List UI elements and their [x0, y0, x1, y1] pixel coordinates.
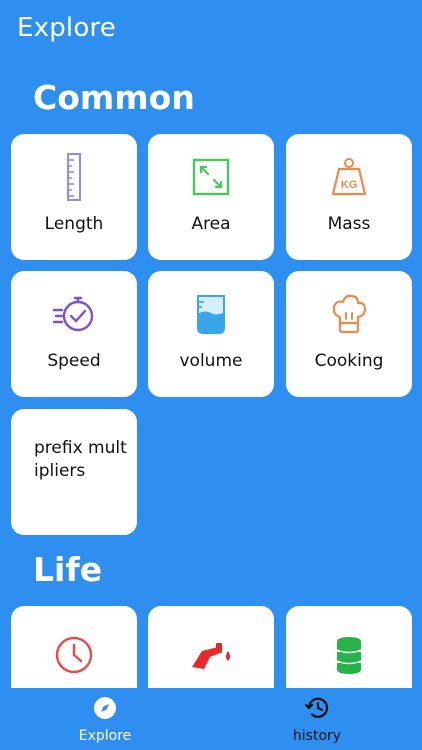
- app-title: Explore: [17, 13, 116, 43]
- svg-text:KG: KG: [341, 179, 358, 191]
- card-label: Cooking: [314, 351, 384, 371]
- history-icon: [304, 697, 329, 718]
- card-cooking[interactable]: Cooking: [286, 271, 412, 397]
- section-title-common: Common: [33, 78, 195, 117]
- weight-icon: KG: [286, 156, 412, 198]
- card-length[interactable]: Length: [11, 134, 137, 260]
- section-title-life: Life: [33, 550, 103, 589]
- chef-hat-icon: [286, 293, 412, 335]
- fuel-nozzle-icon: [148, 634, 274, 676]
- area-icon: [148, 156, 274, 198]
- card-area[interactable]: Area: [148, 134, 274, 260]
- card-speed[interactable]: Speed: [11, 271, 137, 397]
- card-label: Mass: [327, 214, 371, 234]
- stopwatch-icon: [11, 293, 137, 335]
- database-icon: [286, 634, 412, 676]
- compass-icon: [94, 697, 116, 719]
- ruler-icon: [11, 153, 137, 201]
- nav-label-explore: Explore: [78, 728, 132, 744]
- card-prefix-multipliers[interactable]: prefix multipliers: [11, 409, 137, 535]
- bottom-navigation: Explore history: [0, 688, 422, 750]
- nav-label-history: history: [292, 728, 342, 744]
- card-label: Area: [191, 214, 231, 234]
- nav-explore[interactable]: Explore: [45, 696, 165, 744]
- card-label: prefix multipliers: [34, 438, 127, 481]
- card-label: Length: [44, 214, 104, 234]
- card-mass[interactable]: KG Mass: [286, 134, 412, 260]
- nav-history[interactable]: history: [257, 696, 377, 744]
- card-label: volume: [179, 351, 243, 371]
- card-volume[interactable]: volume: [148, 271, 274, 397]
- card-label: Speed: [47, 351, 101, 371]
- clock-icon: [11, 634, 137, 676]
- beaker-icon: [148, 293, 274, 335]
